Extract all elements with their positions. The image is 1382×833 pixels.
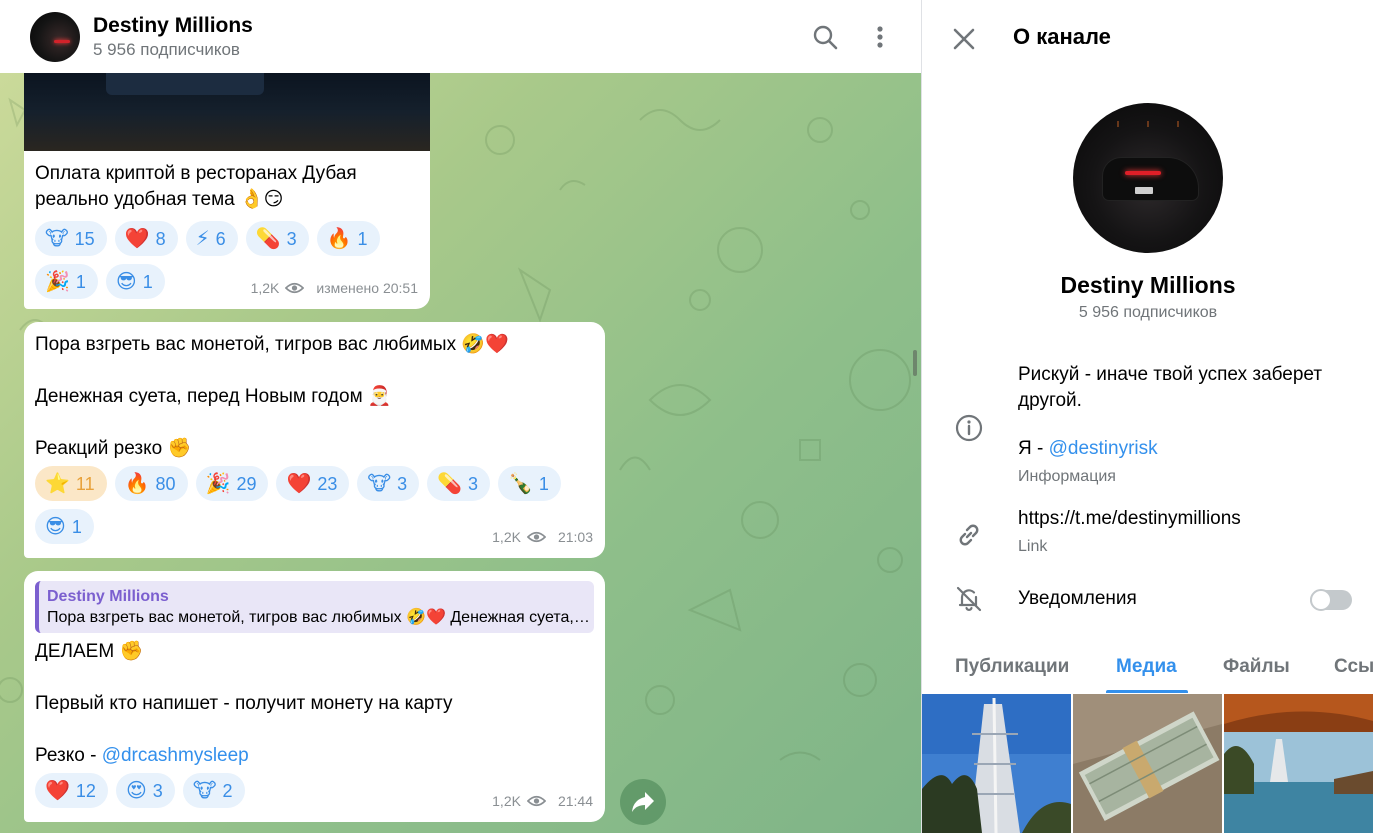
link-label: Link (1018, 538, 1048, 555)
quote-text: Пора взгреть вас монетой, тигров вас люб… (47, 609, 593, 626)
reaction-chip[interactable]: 🎉 1 (35, 264, 98, 299)
message-time: изменено 20:51 (316, 280, 418, 296)
message-bubble[interactable]: Destiny Millions Пора взгреть вас монето… (24, 571, 605, 822)
media-thumbnail[interactable] (922, 694, 1071, 833)
share-icon (632, 792, 654, 812)
message-text: Пора взгреть вас монетой, тигров вас люб… (35, 334, 509, 355)
reaction-chip[interactable]: 🐮 2 (182, 773, 245, 808)
media-thumbnail[interactable] (1073, 694, 1222, 833)
channel-subscribers: 5 956 подписчиков (1078, 304, 1218, 321)
media-thumbnail[interactable] (1224, 694, 1373, 833)
reaction-chip[interactable]: ❤️ 23 (276, 466, 350, 501)
active-tab-indicator (1106, 690, 1188, 693)
message-text: Первый кто напишет - получит монету на к… (35, 693, 453, 714)
tab-files[interactable]: Файлы (1223, 656, 1290, 678)
message-meta: 1,2K изменено 20:51 (251, 275, 418, 301)
message-time: 21:44 (557, 793, 593, 809)
reaction-chip[interactable]: 🐮 3 (357, 466, 420, 501)
eye-icon (526, 531, 546, 543)
message-text: Денежная суета, перед Новым годом 🎅 (35, 386, 392, 407)
close-icon[interactable] (950, 25, 978, 53)
quote-author: Destiny Millions (47, 588, 169, 605)
view-count: 1,2K (250, 280, 280, 296)
reaction-chip[interactable]: 🔥 80 (114, 466, 188, 501)
view-count: 1,2K (492, 793, 521, 809)
reaction-chip[interactable]: 😎 1 (105, 264, 165, 299)
eye-icon (526, 795, 546, 807)
channel-avatar-large[interactable] (1073, 103, 1223, 253)
search-icon[interactable] (810, 22, 840, 52)
message-photo[interactable] (24, 73, 430, 151)
message-meta: 1,2K 21:44 (492, 788, 593, 814)
notifications-label: Уведомления (1018, 588, 1137, 609)
eye-icon (285, 282, 305, 294)
view-count: 1,2K (492, 529, 521, 545)
panel-title: О канале (1013, 24, 1111, 49)
message-text: Оплата криптой в ресторанах Дубая реальн… (35, 163, 362, 210)
reaction-chip[interactable]: ⚡ 6 (185, 221, 238, 256)
chat-header[interactable]: Destiny Millions 5 956 подписчиков (0, 0, 921, 73)
reaction-chip[interactable]: 🍾 1 (498, 466, 561, 501)
link-icon (954, 520, 984, 550)
channel-subscribers: 5 956 подписчиков (93, 39, 240, 59)
reaction-chip[interactable]: 😍 3 (115, 773, 175, 808)
reply-quote[interactable]: Destiny Millions Пора взгреть вас монето… (35, 581, 594, 633)
channel-title[interactable]: Destiny Millions (93, 13, 253, 39)
reaction-chip[interactable]: 😎 1 (35, 509, 94, 544)
media-tabs: Публикации Медиа Файлы Ссы (922, 640, 1382, 694)
reaction-chip[interactable]: 💊 3 (427, 466, 491, 501)
channel-name: Destiny Millions (1060, 272, 1236, 298)
channel-avatar[interactable] (30, 11, 80, 62)
bell-off-icon (954, 584, 984, 614)
chat-area: Destiny Millions 5 956 подписчиков Оплат… (0, 0, 921, 833)
reaction-chip[interactable]: 💊 3 (245, 221, 309, 256)
channel-link[interactable]: https://t.me/destinymillions (1018, 508, 1241, 530)
message-meta: 1,2K 21:03 (492, 524, 593, 550)
tab-links[interactable]: Ссы (1334, 656, 1374, 678)
message-text: ДЕЛАЕМ ✊ (35, 641, 144, 662)
message-text-line: Резко - @drcashmysleep (35, 745, 249, 766)
scrollbar-thumb[interactable] (913, 350, 917, 376)
reaction-chip[interactable]: 🎉 29 (195, 466, 269, 501)
more-vertical-icon[interactable] (865, 22, 895, 52)
message-text: Реакций резко ✊ (35, 438, 192, 459)
reaction-chip[interactable]: 🐮 15 (35, 221, 107, 256)
share-button[interactable] (620, 779, 666, 825)
reaction-chip[interactable]: ❤️ 12 (35, 773, 108, 808)
info-label: Информация (1018, 468, 1116, 485)
reaction-chip-selected[interactable]: ⭐ 11 (35, 466, 107, 501)
channel-description-block: Рискуй - иначе твой успех заберет другой… (1018, 362, 1358, 490)
message-time: 21:03 (557, 529, 593, 545)
reaction-chip[interactable]: 🔥 1 (316, 221, 380, 256)
reaction-chip[interactable]: ❤️ 8 (114, 221, 178, 256)
info-icon (954, 413, 984, 443)
channel-description: Рискуй - иначе твой успех заберет другой… (1018, 364, 1323, 411)
message-bubble[interactable]: Пора взгреть вас монетой, тигров вас люб… (24, 322, 605, 558)
message-bubble[interactable]: Оплата криптой в ресторанах Дубая реальн… (24, 73, 430, 309)
mention-link[interactable]: @drcashmysleep (102, 745, 249, 766)
mention-link[interactable]: @destinyrisk (1049, 438, 1158, 459)
tab-publications[interactable]: Публикации (955, 656, 1069, 678)
notifications-toggle[interactable] (1310, 589, 1352, 611)
tab-media[interactable]: Медиа (1116, 656, 1177, 678)
channel-info-panel: О канале Destiny Millions 5 956 подписчи… (921, 0, 1382, 833)
